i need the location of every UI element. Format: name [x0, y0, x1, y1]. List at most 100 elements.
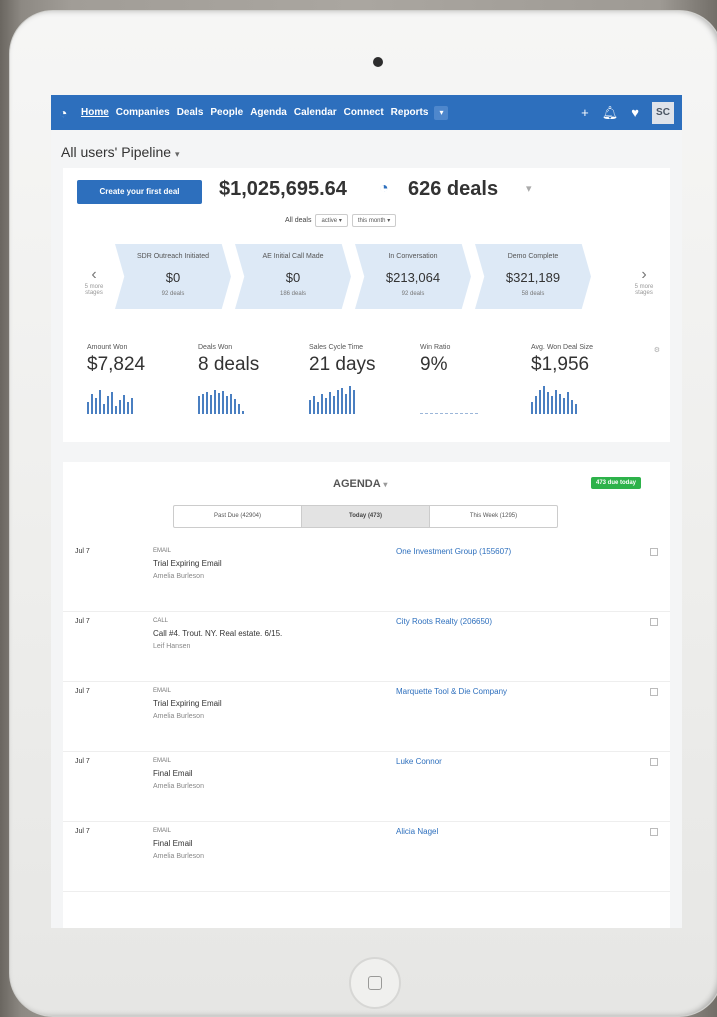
row-date: Jul 7	[75, 828, 90, 835]
nav-item-calendar[interactable]: Calendar	[294, 107, 337, 118]
sparkline	[420, 386, 531, 414]
pipeline-logo-icon[interactable]: ◔	[59, 105, 75, 121]
tab-past-due[interactable]: Past Due (42904)	[174, 506, 302, 527]
tab-this-week[interactable]: This Week (1295)	[430, 506, 557, 527]
app-screen: ◔ Home Companies Deals People Agenda Cal…	[51, 95, 682, 928]
tab-today[interactable]: Today (473)	[302, 506, 430, 527]
nav-item-people[interactable]: People	[210, 107, 243, 118]
row-title: Call #4. Trout. NY. Real estate. 6/15.	[153, 629, 283, 638]
metric-label: Amount Won	[87, 344, 128, 351]
chevron-down-icon[interactable]: ▾	[526, 182, 532, 195]
deal-count: 626 deals	[408, 178, 499, 200]
nav-item-reports[interactable]: Reports	[391, 107, 429, 118]
row-title: Final Email	[153, 839, 193, 848]
nav-item-agenda[interactable]: Agenda	[250, 107, 287, 118]
row-link[interactable]: City Roots Realty (206650)	[396, 617, 492, 626]
metric-value: $1,956	[531, 354, 590, 375]
create-deal-button[interactable]: Create your first deal	[77, 180, 202, 204]
row-owner: Amelia Burleson	[153, 713, 204, 720]
list-item[interactable]: Jul 7 EMAIL Final Email Amelia Burleson …	[63, 822, 670, 892]
metric-label: Avg. Won Deal Size	[531, 344, 593, 351]
stage-count: 92 deals	[161, 291, 185, 297]
list-item[interactable]: Jul 7 EMAIL Final Email Amelia Burleson …	[63, 752, 670, 822]
row-link[interactable]: Marquette Tool & Die Company	[396, 687, 507, 696]
stages-next-button[interactable]: › 5 more stages	[629, 266, 659, 296]
settings-icon[interactable]: ⚙	[654, 346, 660, 354]
topbar-actions: + 🔔︎ ♥ SC	[581, 101, 674, 124]
camera-dot	[373, 57, 383, 67]
heart-icon[interactable]: ♥	[631, 105, 639, 120]
stage-name: In Conversation	[388, 253, 438, 260]
plus-icon[interactable]: +	[581, 105, 589, 120]
nav-item-deals[interactable]: Deals	[177, 107, 204, 118]
bell-icon[interactable]: 🔔︎	[602, 105, 619, 121]
row-date: Jul 7	[75, 688, 90, 695]
metric-avg-deal-size[interactable]: Avg. Won Deal Size $1,956	[531, 344, 642, 414]
nav-more-chevron-icon[interactable]: ▾	[434, 105, 449, 120]
nav-item-home[interactable]: Home	[81, 107, 109, 118]
complete-checkbox[interactable]	[650, 688, 658, 696]
pipeline-card: Create your first deal $1,025,695.64 ◔ 6…	[63, 168, 670, 442]
metric-amount-won[interactable]: Amount Won $7,824	[87, 344, 198, 414]
deal-icon: ◔	[379, 180, 389, 197]
home-button[interactable]	[349, 957, 401, 1009]
metric-label: Win Ratio	[420, 344, 451, 351]
agenda-title[interactable]: AGENDA ▾	[333, 478, 387, 490]
metric-win-ratio[interactable]: Win Ratio 9%	[420, 344, 531, 414]
stage-strip: SDR Outreach Initiated $0 92 deals AE In…	[115, 244, 595, 309]
stage-amount: $321,189	[505, 270, 561, 285]
metric-value: 21 days	[309, 354, 376, 375]
complete-checkbox[interactable]	[650, 758, 658, 766]
stage-name: Demo Complete	[507, 253, 559, 260]
stage-count: 186 deals	[279, 291, 307, 297]
stage-item[interactable]: In Conversation $213,064 92 deals	[355, 244, 471, 309]
metric-value: 8 deals	[198, 354, 260, 375]
status-badge: 473 due today	[591, 477, 642, 489]
agenda-tabs: Past Due (42904) Today (473) This Week (…	[173, 505, 558, 528]
row-link[interactable]: Alicia Nagel	[396, 827, 438, 836]
metric-label: Deals Won	[198, 344, 233, 351]
stage-count: 58 deals	[521, 291, 545, 297]
metric-value: $7,824	[87, 354, 146, 375]
row-title: Trial Expiring Email	[153, 699, 222, 708]
top-nav: ◔ Home Companies Deals People Agenda Cal…	[51, 95, 682, 130]
status-select[interactable]: active ▾	[315, 214, 348, 227]
avatar[interactable]: SC	[652, 101, 674, 124]
nav-items: Home Companies Deals People Agenda Calen…	[81, 107, 428, 118]
complete-checkbox[interactable]	[650, 828, 658, 836]
list-item[interactable]: Jul 7 EMAIL Trial Expiring Email Amelia …	[63, 542, 670, 612]
stage-name: SDR Outreach Initiated	[137, 253, 209, 260]
row-owner: Amelia Burleson	[153, 783, 204, 790]
row-link[interactable]: One Investment Group (155607)	[396, 547, 511, 556]
list-item[interactable]: Jul 7 EMAIL Trial Expiring Email Amelia …	[63, 682, 670, 752]
period-value: this month	[357, 218, 386, 224]
row-link[interactable]: Luke Connor	[396, 757, 442, 766]
stage-item[interactable]: Demo Complete $321,189 58 deals	[475, 244, 591, 309]
nav-item-connect[interactable]: Connect	[344, 107, 384, 118]
metric-label: Sales Cycle Time	[309, 344, 364, 351]
sparkline	[198, 386, 309, 414]
row-owner: Amelia Burleson	[153, 853, 204, 860]
stage-name: AE Initial Call Made	[262, 253, 324, 260]
metric-value: 9%	[420, 354, 448, 375]
period-select[interactable]: this month ▾	[351, 214, 397, 227]
metric-deals-won[interactable]: Deals Won 8 deals	[198, 344, 309, 414]
row-title: Trial Expiring Email	[153, 559, 222, 568]
stage-item[interactable]: AE Initial Call Made $0 186 deals	[235, 244, 351, 309]
stages-prev-button[interactable]: ‹ 5 more stages	[79, 266, 109, 296]
list-item[interactable]: Jul 7 CALL Call #4. Trout. NY. Real esta…	[63, 612, 670, 682]
chevron-right-icon: ›	[641, 266, 647, 283]
row-date: Jul 7	[75, 548, 90, 555]
chevron-down-icon: ▾	[383, 480, 388, 489]
next-stages-label: 5 more stages	[634, 284, 654, 296]
stage-item[interactable]: SDR Outreach Initiated $0 92 deals	[115, 244, 231, 309]
nav-item-companies[interactable]: Companies	[116, 107, 170, 118]
row-title: Final Email	[153, 769, 193, 778]
metric-sales-cycle[interactable]: Sales Cycle Time 21 days	[309, 344, 420, 414]
agenda-card: AGENDA ▾ 473 due today Past Due (42904) …	[63, 462, 670, 928]
row-date: Jul 7	[75, 618, 90, 625]
stage-count: 92 deals	[401, 291, 425, 297]
complete-checkbox[interactable]	[650, 618, 658, 626]
complete-checkbox[interactable]	[650, 548, 658, 556]
page-title[interactable]: All users' Pipeline ▾	[51, 130, 682, 168]
